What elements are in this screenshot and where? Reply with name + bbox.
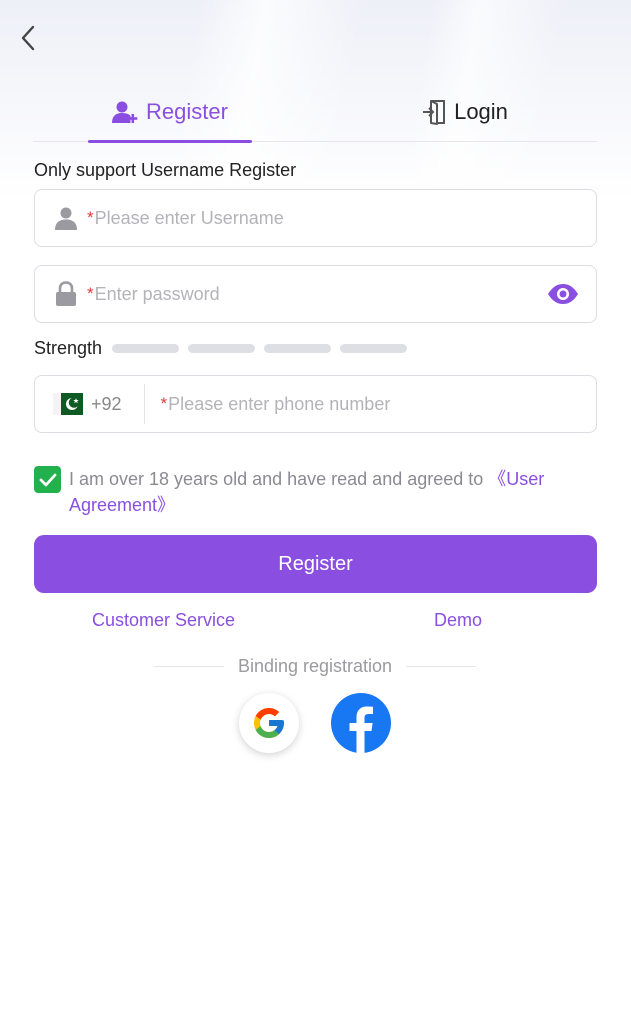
facebook-login-button[interactable]	[331, 693, 391, 753]
strength-bar	[264, 344, 332, 353]
chevron-left-icon	[21, 25, 35, 51]
agreement-checkbox[interactable]	[34, 466, 61, 493]
username-input[interactable]	[93, 198, 596, 238]
eye-icon	[548, 284, 578, 304]
strength-bar	[112, 344, 180, 353]
check-icon	[39, 473, 56, 486]
tab-login-label: Login	[454, 99, 508, 124]
strength-bar	[340, 344, 408, 353]
auth-tabs: Register Login	[33, 82, 597, 143]
strength-bar	[188, 344, 256, 353]
divider-line	[154, 665, 224, 667]
divider-line	[406, 665, 476, 667]
google-login-button[interactable]	[239, 693, 299, 753]
phone-field[interactable]: +92 *	[34, 375, 597, 433]
country-code: +92	[91, 393, 122, 414]
user-add-icon	[112, 101, 138, 123]
register-button[interactable]: Register	[34, 535, 597, 593]
binding-divider: Binding registration	[154, 654, 476, 678]
demo-link[interactable]: Demo	[434, 610, 482, 631]
required-mark: *	[87, 284, 94, 303]
password-strength: Strength	[34, 338, 416, 359]
tab-register[interactable]: Register	[88, 82, 252, 143]
binding-label: Binding registration	[237, 655, 393, 676]
password-field[interactable]: *	[34, 265, 597, 323]
required-mark: *	[160, 394, 168, 413]
agreement-row: I am over 18 years old and have read and…	[34, 466, 594, 518]
strength-label: Strength	[34, 338, 103, 358]
facebook-icon	[349, 706, 373, 753]
register-note: Only support Username Register	[34, 160, 297, 180]
tab-login[interactable]: Login	[405, 82, 525, 142]
active-tab-indicator	[88, 140, 252, 143]
country-code-selector[interactable]: +92	[35, 384, 145, 424]
agreement-statement: I am over 18 years old and have read and…	[69, 469, 489, 489]
back-button[interactable]	[14, 24, 42, 52]
tab-register-label: Register	[146, 99, 228, 124]
pakistan-flag-icon	[53, 393, 83, 415]
required-mark: *	[87, 208, 94, 227]
username-field[interactable]: *	[34, 189, 597, 247]
lock-icon	[51, 279, 81, 309]
password-input[interactable]	[93, 274, 546, 314]
phone-input[interactable]	[167, 384, 596, 424]
login-door-icon	[423, 100, 446, 125]
agreement-text: I am over 18 years old and have read and…	[69, 466, 594, 518]
register-page: Register Login Only support Username Reg…	[0, 0, 631, 1024]
customer-service-link[interactable]: Customer Service	[92, 610, 235, 631]
google-icon	[254, 708, 284, 738]
user-icon	[51, 203, 81, 233]
show-password-toggle[interactable]	[546, 277, 580, 311]
